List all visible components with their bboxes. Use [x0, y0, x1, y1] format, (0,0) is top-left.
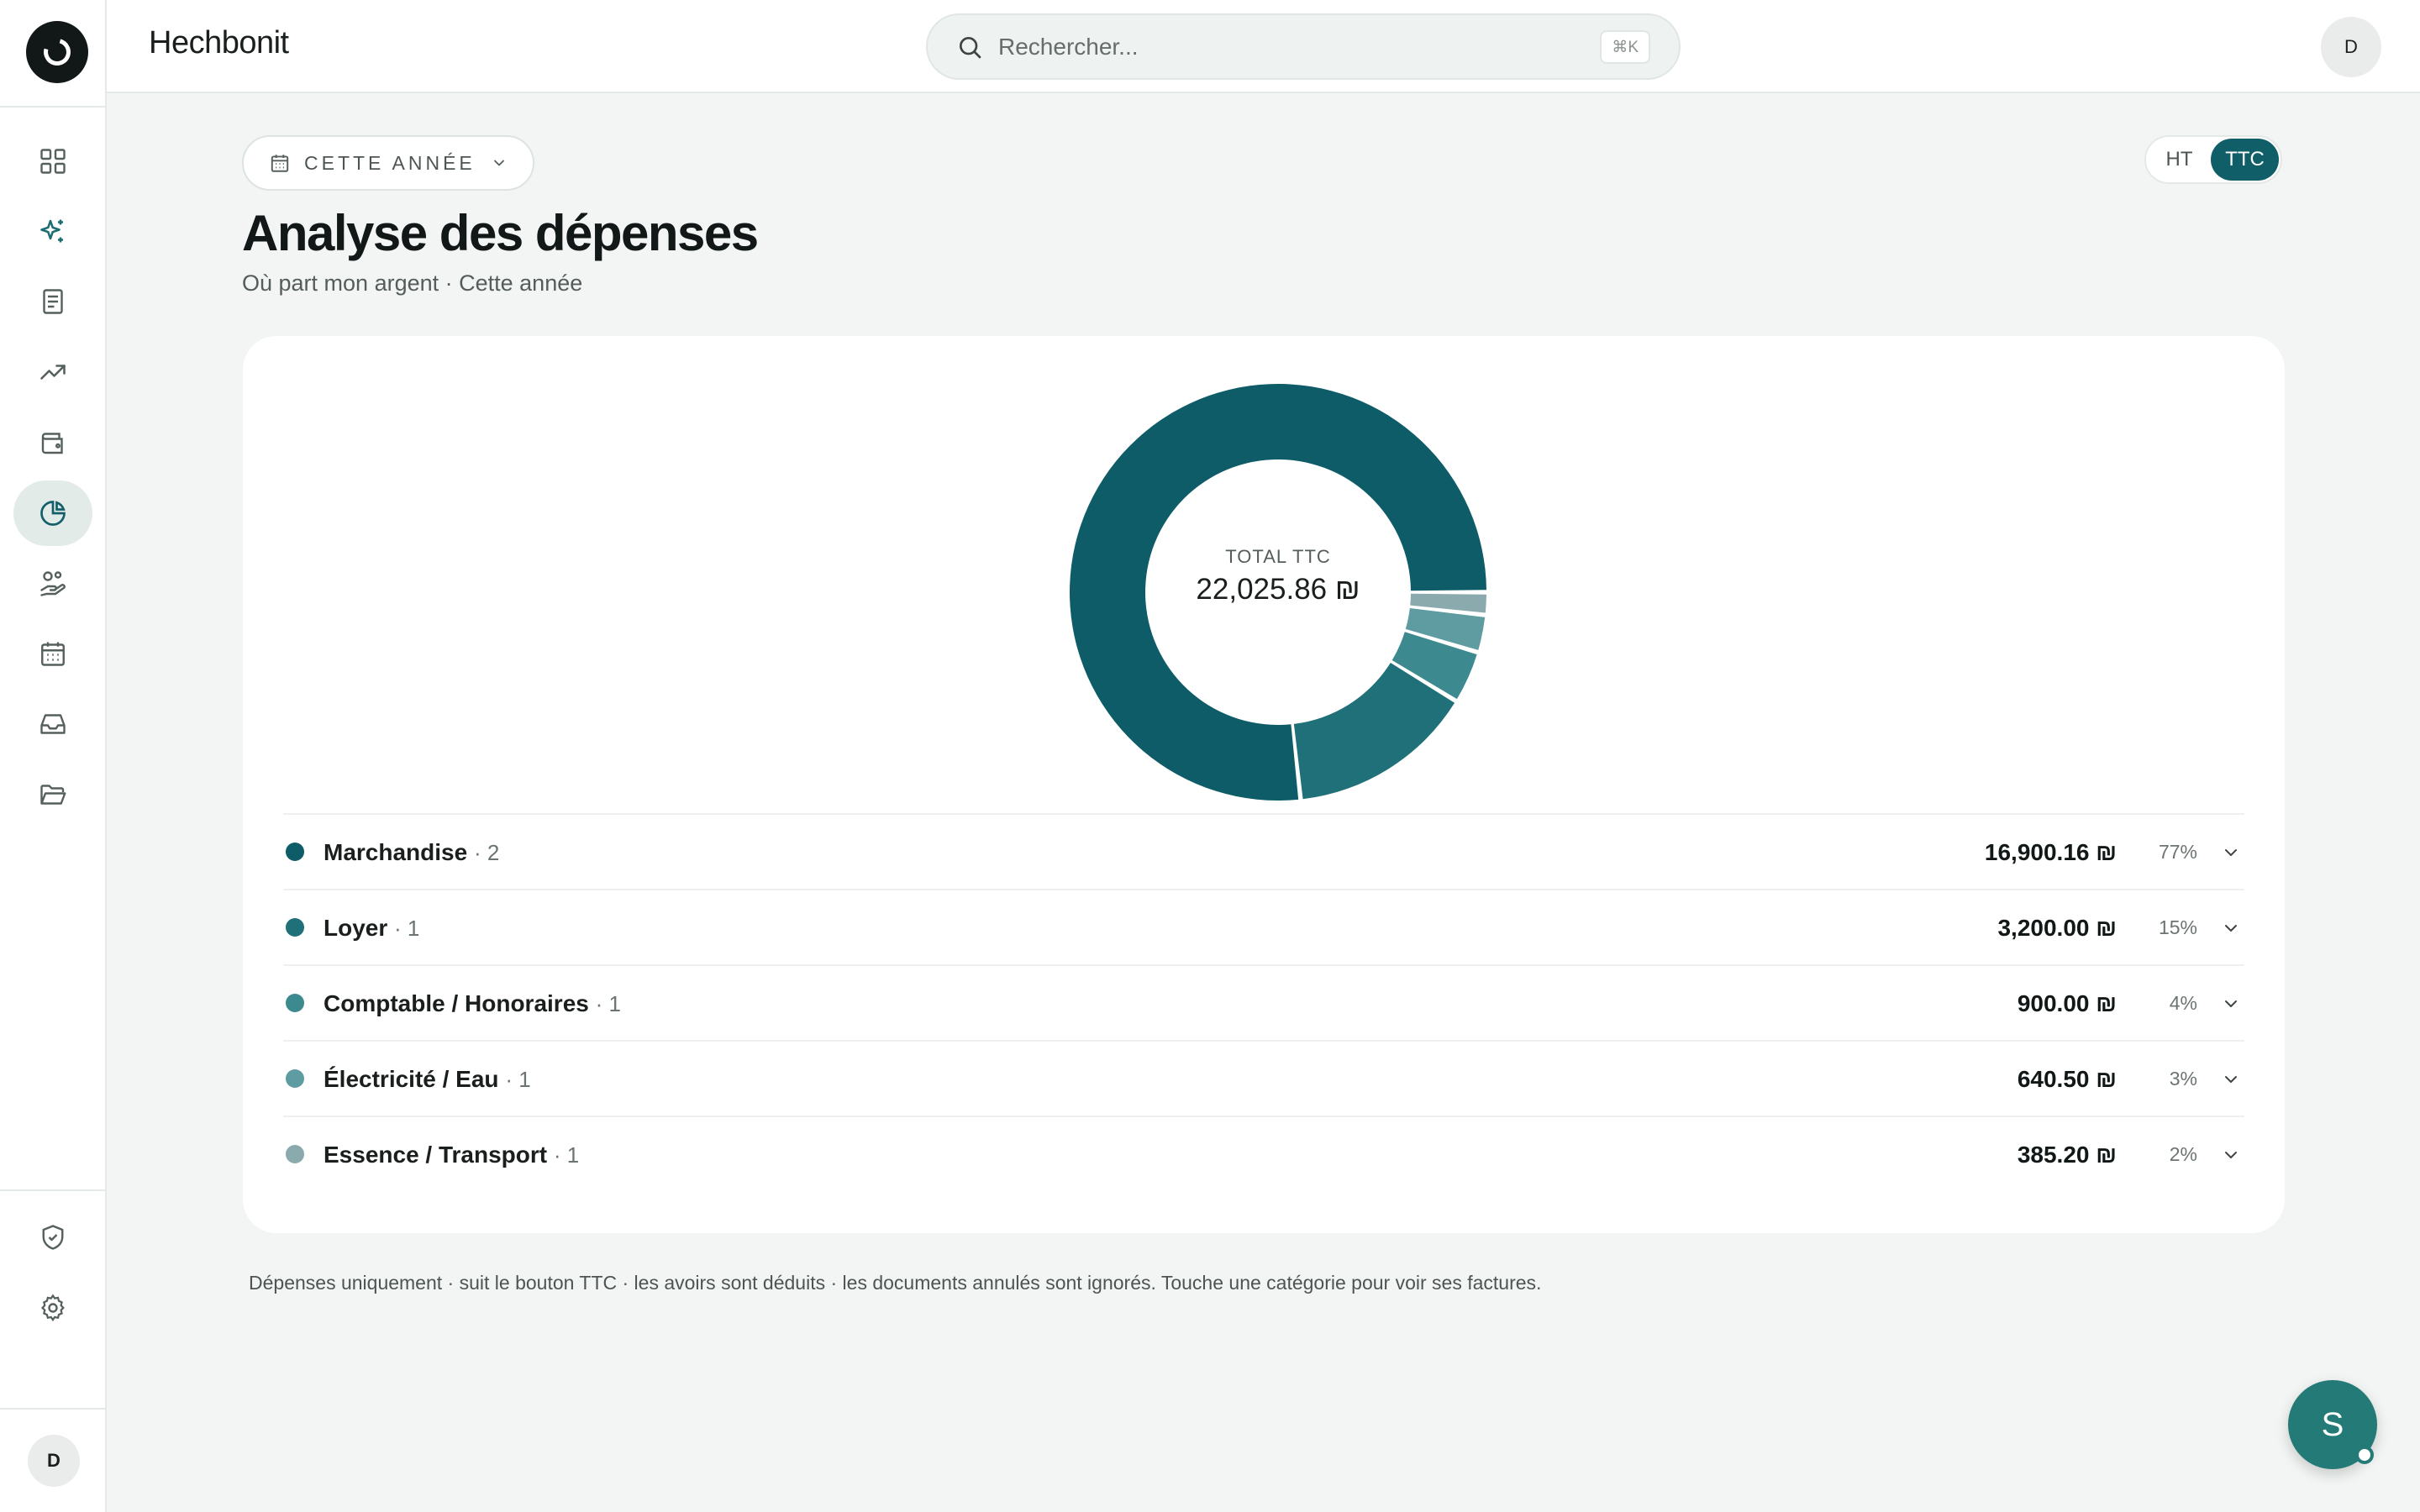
receipt-icon [43, 289, 63, 314]
category-amount: 3,200.00 ₪ [1997, 915, 2117, 941]
sidebar-divider [0, 1408, 107, 1410]
category-percent: 15% [2158, 916, 2197, 938]
folder-icon [40, 785, 66, 805]
sidebar-item-inbox[interactable] [13, 691, 92, 757]
sidebar-item-ai[interactable] [13, 198, 92, 264]
category-row[interactable]: Essence / Transport · 1 385.20 ₪ 2% [283, 1116, 2244, 1191]
online-status-badge [2355, 1446, 2374, 1464]
user-avatar[interactable]: D [2321, 17, 2381, 77]
category-color-dot [286, 843, 304, 861]
app-logo[interactable] [26, 21, 88, 83]
category-percent: 2% [2169, 1143, 2197, 1165]
sidebar-item-wallet[interactable] [13, 410, 92, 475]
total-label: TOTAL TTC [1225, 546, 1331, 567]
sidebar-item-security[interactable] [13, 1205, 92, 1270]
donut-center: TOTAL TTC 22,025.86 ₪ [1173, 546, 1383, 606]
category-name: Comptable / Honoraires [324, 990, 589, 1016]
wallet-icon [41, 433, 63, 454]
category-name: Essence / Transport [324, 1142, 548, 1168]
category-amount: 640.50 ₪ [2017, 1066, 2117, 1092]
category-percent: 4% [2169, 992, 2197, 1014]
sidebar-item-revenue[interactable] [13, 339, 92, 405]
sidebar-divider [0, 1189, 107, 1191]
category-percent: 3% [2169, 1068, 2197, 1089]
sidebar-item-invoices[interactable] [13, 269, 92, 334]
search-icon [960, 36, 981, 58]
category-count: · 1 [394, 916, 420, 941]
sidebar-item-calendar[interactable] [13, 621, 92, 686]
category-count: · 1 [553, 1142, 580, 1168]
sidebar: D [0, 0, 107, 1512]
sidebar-item-settings[interactable] [13, 1275, 92, 1341]
category-name: Électricité / Eau [324, 1066, 499, 1092]
sidebar-item-documents[interactable] [13, 762, 92, 827]
dashboard-icon [40, 149, 66, 174]
chevron-down-icon[interactable] [2221, 1145, 2241, 1165]
assistant-button[interactable]: S [2288, 1380, 2377, 1469]
category-count: · 2 [473, 840, 500, 865]
sidebar-item-payments[interactable] [13, 551, 92, 617]
category-color-dot [286, 1145, 304, 1163]
category-percent: 77% [2158, 841, 2197, 863]
chevron-down-icon [493, 160, 504, 166]
top-bar: Hechbonit ⌘K D [107, 0, 2420, 93]
sidebar-user-avatar[interactable]: D [28, 1435, 80, 1487]
category-name: Loyer [324, 915, 388, 941]
expense-breakdown-card: TOTAL TTC 22,025.86 ₪ Marchandise · 2 16… [243, 336, 2285, 1233]
category-list: Marchandise · 2 16,900.16 ₪ 77% Loyer · … [283, 813, 2244, 1191]
category-row[interactable]: Électricité / Eau · 1 640.50 ₪ 3% [283, 1040, 2244, 1116]
category-color-dot [286, 994, 304, 1012]
category-amount: 900.00 ₪ [2017, 990, 2117, 1016]
chevron-down-icon[interactable] [2221, 1069, 2241, 1089]
search-bar[interactable]: ⌘K [926, 13, 1681, 80]
pie-chart-icon [40, 501, 66, 526]
category-count: · 1 [595, 991, 621, 1016]
calendar-icon [41, 642, 65, 666]
search-shortcut-badge: ⌘K [1600, 30, 1650, 64]
category-amount: 385.20 ₪ [2017, 1142, 2117, 1168]
category-name: Marchandise [324, 839, 468, 865]
sidebar-item-dashboard[interactable] [13, 129, 92, 194]
assistant-initial: S [2321, 1405, 2344, 1443]
category-count: · 1 [505, 1067, 531, 1092]
calendar-icon [271, 155, 289, 172]
period-label: CETTE ANNÉE [304, 151, 476, 174]
category-row[interactable]: Loyer · 1 3,200.00 ₪ 15% [283, 889, 2244, 964]
toggle-ttc[interactable]: TTC [2211, 139, 2279, 181]
sidebar-divider [0, 106, 107, 108]
chevron-down-icon[interactable] [2221, 994, 2241, 1014]
hand-coins-icon [40, 571, 66, 596]
chevron-down-icon[interactable] [2221, 843, 2241, 863]
trending-up-icon [40, 365, 66, 380]
footnote: Dépenses uniquement · suit le bouton TTC… [249, 1272, 1542, 1294]
app-title: Hechbonit [149, 25, 289, 60]
category-amount: 16,900.16 ₪ [1984, 839, 2117, 865]
tax-toggle: HT TTC [2144, 135, 2282, 184]
settings-icon [40, 1294, 65, 1322]
toggle-ht[interactable]: HT [2148, 139, 2211, 181]
page-subtitle: Où part mon argent · Cette année [242, 270, 583, 296]
chevron-down-icon[interactable] [2221, 918, 2241, 938]
shield-check-icon [42, 1225, 64, 1250]
period-selector[interactable]: CETTE ANNÉE [242, 135, 534, 191]
total-value: 22,025.86 ₪ [1196, 573, 1360, 606]
sparkles-icon [40, 219, 63, 243]
category-color-dot [286, 1069, 304, 1088]
search-input[interactable] [998, 33, 1570, 60]
sidebar-item-expense-analysis[interactable] [13, 480, 92, 546]
page-title: Analyse des dépenses [242, 205, 759, 261]
category-row[interactable]: Marchandise · 2 16,900.16 ₪ 77% [283, 813, 2244, 889]
category-row[interactable]: Comptable / Honoraires · 1 900.00 ₪ 4% [283, 964, 2244, 1040]
inbox-icon [40, 714, 66, 734]
category-color-dot [286, 918, 304, 937]
